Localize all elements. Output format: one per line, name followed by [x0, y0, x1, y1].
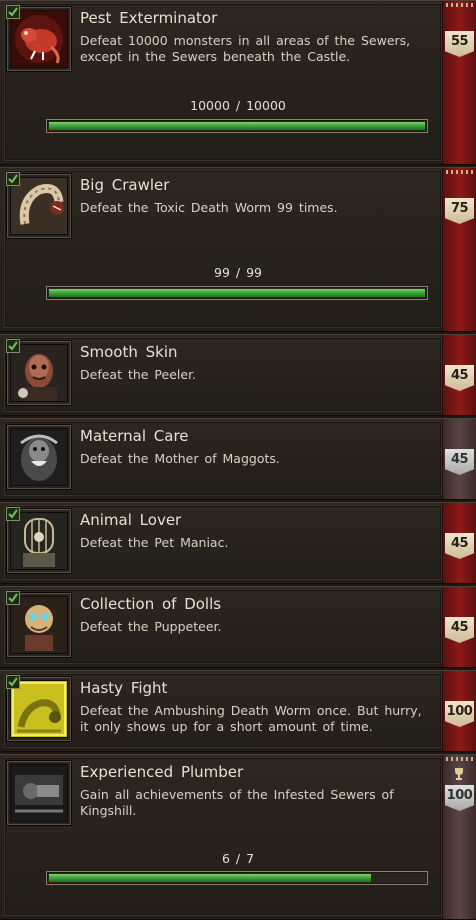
- completed-check-icon: [6, 591, 20, 605]
- trophy-icon: [455, 768, 463, 780]
- points-badge: 75: [445, 198, 474, 224]
- completed-check-icon: [6, 5, 20, 19]
- reward-ribbon: 45: [442, 587, 476, 667]
- achievement-description: Defeat the Toxic Death Worm 99 times.: [80, 200, 338, 215]
- completed-check-icon: [6, 507, 20, 521]
- achievement-card-pest-exterminator[interactable]: Pest Exterminator Defeat 10000 monsters …: [0, 0, 476, 165]
- points-value: 45: [450, 536, 469, 551]
- achievement-card-smooth-skin[interactable]: Smooth Skin Defeat the Peeler. 45: [0, 334, 476, 416]
- reward-ribbon: 45: [442, 335, 476, 415]
- points-value: 100: [446, 788, 473, 803]
- achievement-description: Defeat the Mother of Maggots.: [80, 451, 280, 466]
- achievement-card-experienced-plumber[interactable]: Experienced Plumber Gain all achievement…: [0, 754, 476, 920]
- achievement-description: Defeat 10000 monsters in all areas of th…: [80, 33, 411, 64]
- points-badge: 100: [445, 785, 474, 811]
- completed-check-icon: [6, 675, 20, 689]
- progress-text: 99 / 99: [214, 265, 262, 280]
- achievement-description: Defeat the Puppeteer.: [80, 619, 222, 634]
- points-value: 45: [450, 368, 469, 383]
- points-badge: 45: [445, 449, 474, 475]
- achievement-title: Smooth Skin: [80, 343, 178, 361]
- reward-ribbon: 55: [442, 1, 476, 164]
- reward-ribbon: 75: [442, 168, 476, 331]
- reward-ribbon: 45: [442, 419, 476, 499]
- progress-bar: [46, 871, 428, 885]
- points-badge: 45: [445, 365, 474, 391]
- achievement-title: Big Crawler: [80, 176, 170, 194]
- achievement-title: Hasty Fight: [80, 679, 168, 697]
- points-badge: 45: [445, 533, 474, 559]
- points-value: 100: [446, 704, 473, 719]
- achievement-description: Defeat the Ambushing Death Worm once. Bu…: [80, 703, 422, 734]
- points-value: 75: [450, 201, 469, 216]
- reward-ribbon: 45: [442, 503, 476, 583]
- achievement-description: Gain all achievements of the Infested Se…: [80, 787, 394, 818]
- achievement-card-big-crawler[interactable]: Big Crawler Defeat the Toxic Death Worm …: [0, 167, 476, 332]
- achievement-card-collection-of-dolls[interactable]: Collection of Dolls Defeat the Puppeteer…: [0, 586, 476, 668]
- achievement-title: Experienced Plumber: [80, 763, 244, 781]
- progress-bar: [46, 119, 428, 133]
- plumber-icon: [7, 761, 71, 825]
- achievement-card-maternal-care[interactable]: Maternal Care Defeat the Mother of Maggo…: [0, 418, 476, 500]
- points-badge: 100: [445, 701, 474, 727]
- achievement-description: Defeat the Pet Maniac.: [80, 535, 229, 550]
- achievement-card-hasty-fight[interactable]: Hasty Fight Defeat the Ambushing Death W…: [0, 670, 476, 752]
- progress-text: 6 / 7: [221, 851, 255, 866]
- achievement-card-animal-lover[interactable]: Animal Lover Defeat the Pet Maniac. 45: [0, 502, 476, 584]
- achievement-title: Collection of Dolls: [80, 595, 222, 613]
- achievement-description: Defeat the Peeler.: [80, 367, 197, 382]
- reward-ribbon: 100: [442, 755, 476, 919]
- progress-fill: [49, 122, 425, 130]
- achievement-title: Animal Lover: [80, 511, 182, 529]
- progress-bar: [46, 286, 428, 300]
- mother-maggots-icon: [7, 425, 71, 489]
- points-value: 45: [450, 452, 469, 467]
- progress-fill: [49, 874, 371, 882]
- achievement-title: Maternal Care: [80, 427, 189, 445]
- points-value: 55: [450, 34, 469, 49]
- progress-fill: [49, 289, 425, 297]
- progress-text: 10000 / 10000: [190, 98, 286, 113]
- points-value: 45: [450, 620, 469, 635]
- completed-check-icon: [6, 339, 20, 353]
- points-badge: 55: [445, 31, 474, 57]
- achievement-list: Pest Exterminator Defeat 10000 monsters …: [0, 0, 476, 920]
- achievement-title: Pest Exterminator: [80, 9, 218, 27]
- reward-ribbon: 100: [442, 671, 476, 751]
- points-badge: 45: [445, 617, 474, 643]
- completed-check-icon: [6, 172, 20, 186]
